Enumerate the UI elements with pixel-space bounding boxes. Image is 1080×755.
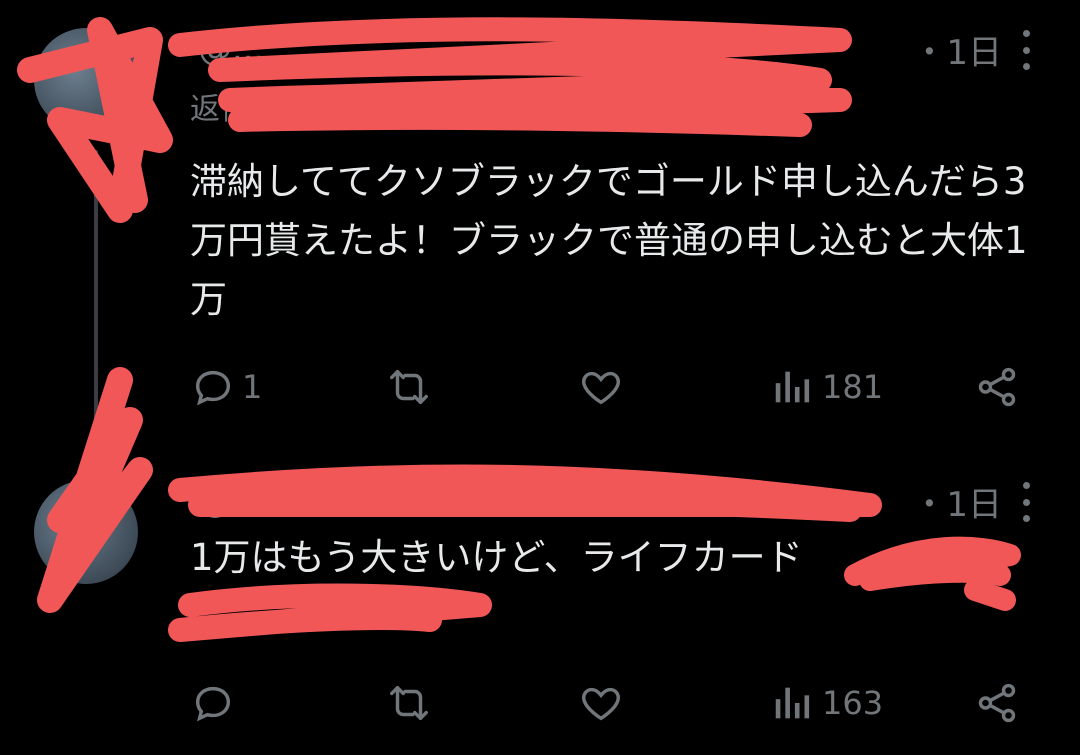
tweet-text: 滞納しててクソブラックでゴールド申し込んだら3万円貰えたよ！ブラックで普通の申し… bbox=[190, 160, 1028, 321]
reply-button[interactable]: 1 bbox=[190, 364, 262, 410]
tweet-header: @tom ・1日 bbox=[190, 476, 1040, 526]
tweet-item[interactable]: @tom ・1日 1万はもう大きいけど、ライフカード 163 bbox=[0, 440, 1080, 755]
replying-to: 返信先: @... bbox=[190, 84, 358, 128]
timestamp[interactable]: ・1日 bbox=[912, 25, 1040, 74]
views-bar-chart-icon bbox=[775, 687, 810, 719]
tweet-text: 1万はもう大きいけど、ライフカード bbox=[190, 536, 803, 579]
reply-button[interactable] bbox=[190, 680, 242, 726]
replying-to-label: 返信先: bbox=[190, 92, 291, 127]
share-button[interactable] bbox=[974, 364, 1020, 410]
share-icon bbox=[978, 683, 1016, 723]
reply-count: 1 bbox=[242, 368, 263, 406]
reply-bubble-icon bbox=[195, 370, 231, 406]
retweet-icon bbox=[390, 369, 428, 405]
replying-to-mention[interactable]: @... bbox=[300, 92, 359, 127]
share-icon bbox=[978, 367, 1016, 407]
reply-bubble-icon bbox=[195, 686, 231, 722]
retweet-icon bbox=[390, 685, 428, 721]
retweet-button[interactable] bbox=[386, 364, 438, 410]
like-button[interactable] bbox=[578, 364, 630, 410]
tweet-item[interactable]: @... ・1日 返信先: @... 滞納しててクソブラックでゴールド申し込んだ… bbox=[0, 0, 1080, 440]
more-vertical-icon[interactable] bbox=[1022, 482, 1030, 522]
heart-icon bbox=[582, 371, 620, 405]
like-button[interactable] bbox=[578, 680, 630, 726]
retweet-button[interactable] bbox=[386, 680, 438, 726]
tweet-header: @... ・1日 bbox=[190, 24, 1040, 74]
heart-icon bbox=[582, 687, 620, 721]
views-count: 163 bbox=[822, 684, 884, 722]
user-handle[interactable]: @tom bbox=[198, 481, 299, 521]
views-count: 181 bbox=[822, 368, 884, 406]
user-handle[interactable]: @... bbox=[198, 29, 264, 69]
timestamp[interactable]: ・1日 bbox=[912, 477, 1040, 526]
tweet-actions: 1 181 bbox=[190, 362, 1020, 412]
views-button[interactable]: 163 bbox=[770, 680, 883, 726]
more-vertical-icon[interactable] bbox=[1022, 30, 1030, 70]
views-bar-chart-icon bbox=[775, 371, 810, 403]
share-button[interactable] bbox=[974, 680, 1020, 726]
avatar[interactable] bbox=[34, 480, 138, 584]
tweet-actions: 163 bbox=[190, 678, 1020, 728]
avatar[interactable] bbox=[34, 28, 138, 132]
views-button[interactable]: 181 bbox=[770, 364, 883, 410]
